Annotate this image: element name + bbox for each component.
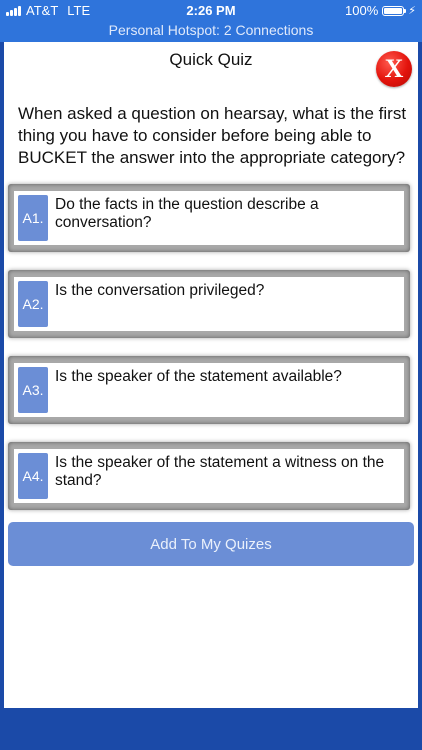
answer-card: A4. Is the speaker of the statement a wi… [14, 449, 404, 503]
answer-text: Is the conversation privileged? [55, 282, 265, 299]
answer-option-2[interactable]: A2. Is the conversation privileged? [8, 270, 410, 338]
answer-card: A2. Is the conversation privileged? [14, 277, 404, 331]
battery-level-fill [384, 7, 403, 14]
answer-number: A3. [18, 367, 48, 413]
close-button[interactable]: X [376, 51, 412, 87]
bolt-icon: ⚡︎ [408, 5, 416, 17]
add-to-my-quizzes-button[interactable]: Add To My Quizes [8, 522, 414, 566]
answer-option-3[interactable]: A3. Is the speaker of the statement avai… [8, 356, 410, 424]
close-icon: X [384, 54, 404, 83]
answer-card: A3. Is the speaker of the statement avai… [14, 363, 404, 417]
hotspot-banner[interactable]: Personal Hotspot: 2 Connections [0, 20, 422, 42]
answer-card: A1. Do the facts in the question describ… [14, 191, 404, 245]
battery-percent: 100% [345, 3, 379, 18]
page-title: Quick Quiz [169, 50, 253, 69]
status-bar: AT&T LTE 2:26 PM 100% ⚡︎ [0, 0, 422, 20]
answer-number: A2. [18, 281, 48, 327]
status-right: 100% ⚡︎ [345, 3, 416, 18]
question-text: When asked a question on hearsay, what i… [18, 104, 407, 167]
answer-option-4[interactable]: A4. Is the speaker of the statement a wi… [8, 442, 410, 510]
answer-option-1[interactable]: A1. Do the facts in the question describ… [8, 184, 410, 252]
answer-number: A4. [18, 453, 48, 499]
answer-text: Do the facts in the question describe a … [55, 196, 319, 231]
quiz-panel: Quick Quiz X When asked a question on he… [4, 42, 418, 708]
battery-icon [382, 5, 407, 16]
answer-number: A1. [18, 195, 48, 241]
answer-text: Is the speaker of the statement availabl… [55, 368, 342, 385]
answer-text: Is the speaker of the statement a witnes… [55, 454, 385, 489]
